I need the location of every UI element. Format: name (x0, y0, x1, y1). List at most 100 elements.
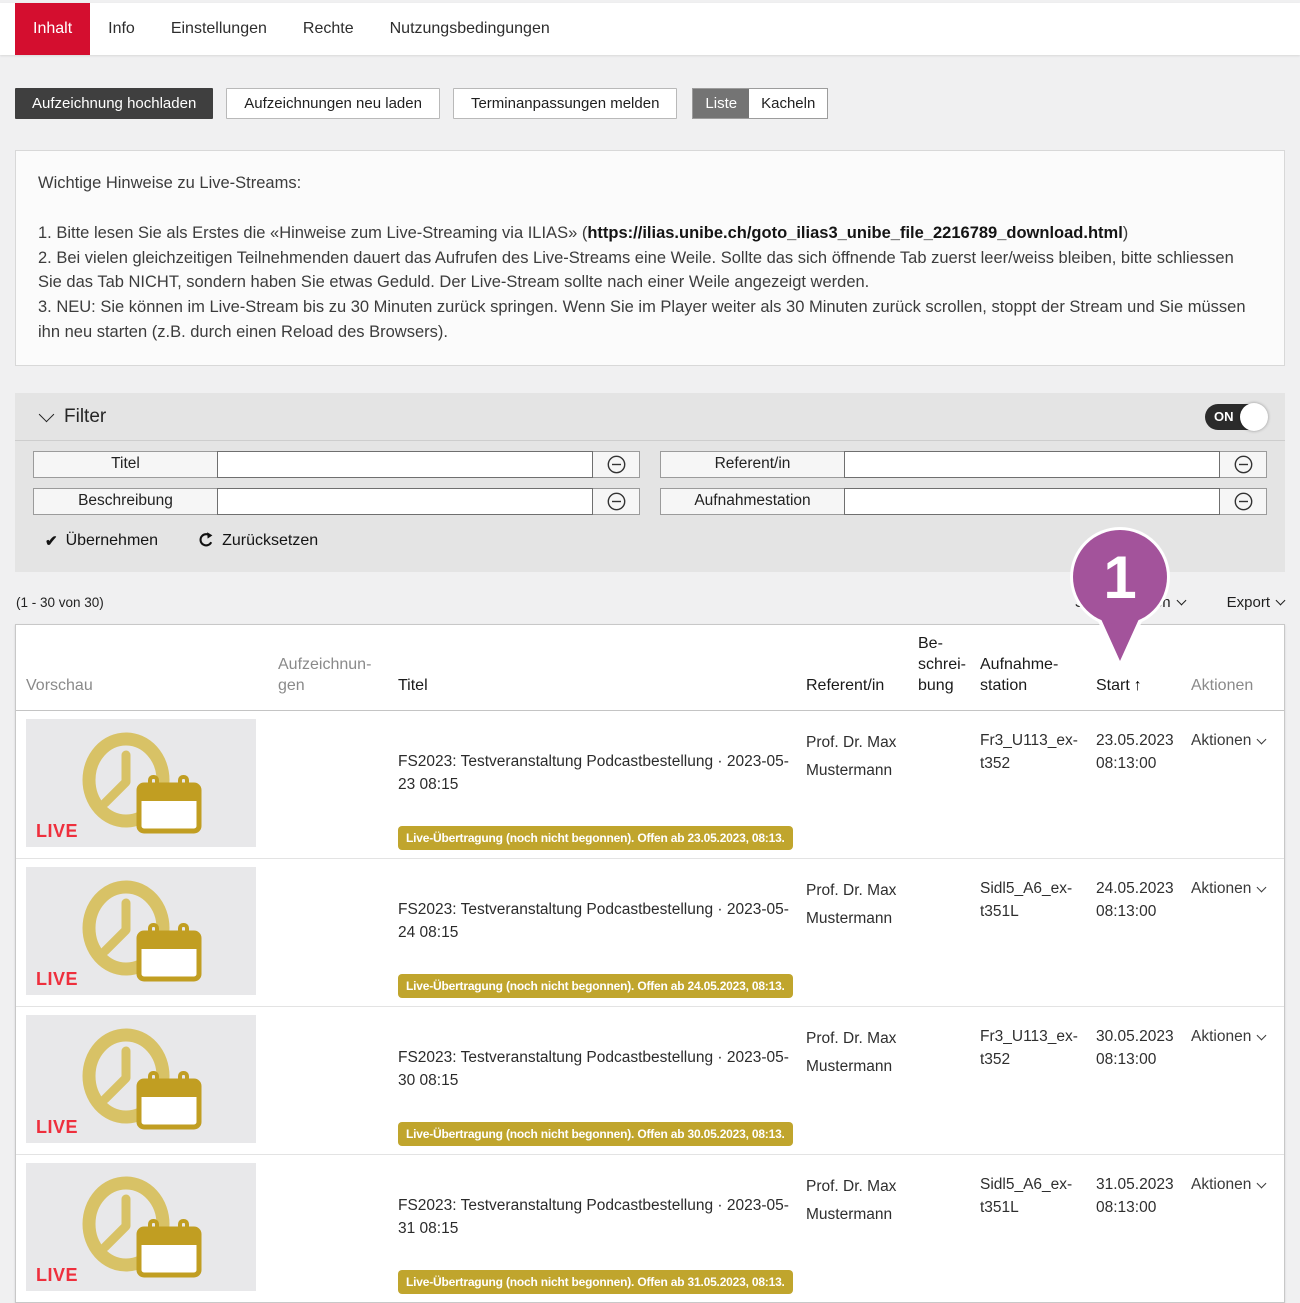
check-icon: ✔ (45, 532, 58, 550)
live-clock-calendar-icon (66, 1026, 216, 1132)
column-header-start[interactable]: Start↑ (1096, 675, 1191, 709)
live-badge: LIVE (36, 1265, 78, 1286)
remove-filter-titel-button[interactable] (593, 452, 639, 477)
view-switcher: Liste Kacheln (692, 88, 828, 119)
filter-label-referent: Referent/in (661, 452, 844, 477)
tab-einstellungen[interactable]: Einstellungen (153, 3, 285, 55)
filter-label-titel: Titel (34, 452, 217, 477)
column-header-aktionen: Aktionen (1191, 675, 1284, 709)
filter-toggle[interactable]: ON (1205, 404, 1265, 430)
apply-label: Übernehmen (66, 532, 159, 550)
station-cell: Fr3_U113_ex- t352 (980, 1015, 1096, 1072)
recordings-cell (278, 867, 398, 877)
minus-circle-icon (607, 492, 626, 511)
notice-line-2: 2. Bei vielen gleichzeitigen Teilnehmend… (38, 246, 1262, 296)
beschreibung-input[interactable] (217, 488, 593, 515)
recordings-cell (278, 719, 398, 729)
reload-recordings-button[interactable]: Aufzeichnungen neu laden (226, 88, 440, 119)
recordings-cell (278, 1163, 398, 1173)
tab-nutzungsbedingungen[interactable]: Nutzungsbedingungen (372, 3, 568, 55)
preview-thumbnail[interactable]: LIVE (26, 1015, 256, 1143)
recording-title[interactable]: FS2023: Testveranstaltung Podcastbestell… (398, 901, 789, 941)
table-row: LIVE FS2023: Testveranstaltung Podcastbe… (16, 711, 1284, 859)
beschreibung-cell (918, 1163, 980, 1173)
recordings-cell (278, 1015, 398, 1025)
beschreibung-cell (918, 1015, 980, 1025)
actions-dropdown[interactable]: Aktionen (1191, 1015, 1284, 1046)
live-status-badge: Live-Übertragung (noch nicht begonnen). … (398, 826, 793, 850)
start-cell: 31.05.2023 08:13:00 (1096, 1163, 1191, 1220)
chevron-down-icon (1257, 1030, 1267, 1040)
actions-label: Aktionen (1191, 1176, 1251, 1194)
report-schedule-changes-button[interactable]: Terminanpassungen melden (453, 88, 677, 119)
aufnahmestation-input[interactable] (844, 488, 1220, 515)
table-row: LIVE FS2023: Testveranstaltung Podcastbe… (16, 859, 1284, 1007)
column-header-beschreibung[interactable]: Be- schrei- bung (918, 633, 980, 709)
notice-line-3: 3. NEU: Sie können im Live-Stream bis zu… (38, 295, 1262, 345)
station-cell: Fr3_U113_ex- t352 (980, 719, 1096, 776)
start-cell: 23.05.2023 08:13:00 (1096, 719, 1191, 776)
tab-info[interactable]: Info (90, 3, 153, 55)
reset-filter-button[interactable]: Zurücksetzen (198, 532, 318, 550)
notice-heading: Wichtige Hinweise zu Live-Streams: (38, 171, 1262, 196)
live-clock-calendar-icon (66, 878, 216, 984)
remove-filter-referent-button[interactable] (1220, 452, 1266, 477)
actions-dropdown[interactable]: Aktionen (1191, 1163, 1284, 1194)
tab-rechte[interactable]: Rechte (285, 3, 372, 55)
actions-dropdown[interactable]: Aktionen (1191, 719, 1284, 750)
actions-label: Aktionen (1191, 732, 1251, 750)
title-cell: FS2023: Testveranstaltung Podcastbestell… (398, 867, 806, 998)
column-header-aufzeichnungen: Aufzeichnun- gen (278, 654, 398, 709)
reset-label: Zurücksetzen (222, 532, 318, 550)
recording-title[interactable]: FS2023: Testveranstaltung Podcastbestell… (398, 753, 789, 793)
station-cell: Sidl5_A6_ex- t351L (980, 1163, 1096, 1220)
table-row: LIVE FS2023: Testveranstaltung Podcastbe… (16, 1007, 1284, 1155)
title-cell: FS2023: Testveranstaltung Podcastbestell… (398, 1015, 806, 1146)
preview-thumbnail[interactable]: LIVE (26, 867, 256, 995)
actions-dropdown[interactable]: Aktionen (1191, 867, 1284, 898)
column-header-referent[interactable]: Referent/in (806, 675, 918, 709)
column-header-titel[interactable]: Titel (398, 675, 806, 709)
beschreibung-cell (918, 867, 980, 877)
minus-circle-icon (1234, 455, 1253, 474)
toggle-on-label: ON (1214, 409, 1234, 424)
start-cell: 24.05.2023 08:13:00 (1096, 867, 1191, 924)
download-link[interactable]: https://ilias.unibe.ch/goto_ilias3_unibe… (587, 224, 1122, 242)
live-clock-calendar-icon (66, 1174, 216, 1280)
export-menu[interactable]: Export (1227, 594, 1284, 611)
start-cell: 30.05.2023 08:13:00 (1096, 1015, 1191, 1072)
referent-cell: Prof. Dr. Max Mustermann (806, 1015, 918, 1082)
live-badge: LIVE (36, 969, 78, 990)
export-label: Export (1227, 594, 1270, 611)
toolbar: Aufzeichnung hochladen Aufzeichnungen ne… (15, 88, 1285, 119)
beschreibung-cell (918, 719, 980, 729)
tab-inhalt[interactable]: Inhalt (15, 3, 90, 55)
recording-title[interactable]: FS2023: Testveranstaltung Podcastbestell… (398, 1197, 789, 1237)
view-tiles-button[interactable]: Kacheln (749, 89, 827, 118)
filter-title[interactable]: Filter (64, 406, 106, 428)
chevron-down-icon (1257, 1178, 1267, 1188)
live-status-badge: Live-Übertragung (noch nicht begonnen). … (398, 1270, 793, 1294)
live-badge: LIVE (36, 1117, 78, 1138)
referent-cell: Prof. Dr. Max Mustermann (806, 867, 918, 934)
upload-recording-button[interactable]: Aufzeichnung hochladen (15, 88, 213, 119)
recording-title[interactable]: FS2023: Testveranstaltung Podcastbestell… (398, 1049, 789, 1089)
result-count: (1 - 30 von 30) (16, 595, 104, 610)
tab-bar: Inhalt Info Einstellungen Rechte Nutzung… (0, 3, 1300, 55)
apply-filter-button[interactable]: ✔ Übernehmen (45, 532, 158, 550)
referent-input[interactable] (844, 451, 1220, 478)
sort-ascending-icon[interactable]: ↑ (1134, 677, 1142, 694)
minus-circle-icon (607, 455, 626, 474)
remove-filter-aufnahmestation-button[interactable] (1220, 489, 1266, 514)
titel-input[interactable] (217, 451, 593, 478)
actions-label: Aktionen (1191, 880, 1251, 898)
chevron-down-icon[interactable] (39, 407, 55, 423)
live-stream-notice: Wichtige Hinweise zu Live-Streams: 1. Bi… (15, 150, 1285, 366)
notice-line-1: 1. Bitte lesen Sie als Erstes die «Hinwe… (38, 221, 1262, 246)
view-list-button[interactable]: Liste (693, 89, 749, 118)
filter-field-titel: Titel (33, 451, 640, 478)
preview-thumbnail[interactable]: LIVE (26, 719, 256, 847)
preview-thumbnail[interactable]: LIVE (26, 1163, 256, 1291)
filter-label-aufnahmestation: Aufnahmestation (661, 489, 844, 514)
remove-filter-beschreibung-button[interactable] (593, 489, 639, 514)
